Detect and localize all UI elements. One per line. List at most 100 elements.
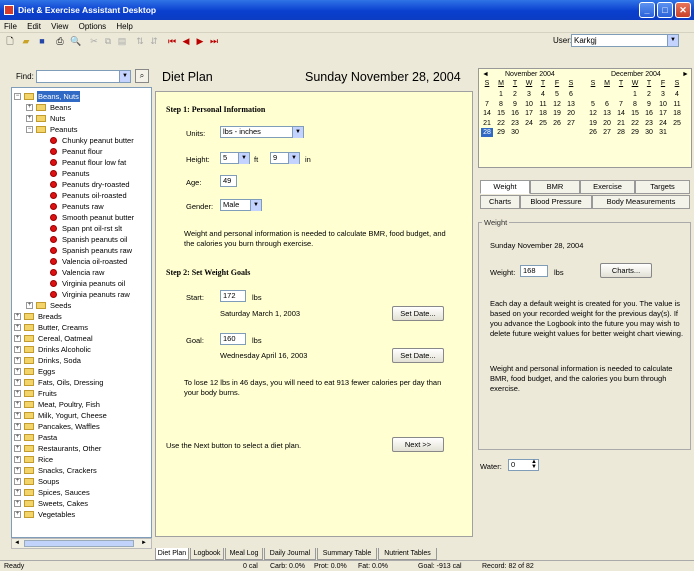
- calendar-day[interactable]: 15: [629, 109, 641, 118]
- calendar-day[interactable]: 20: [601, 119, 613, 128]
- calendar-day[interactable]: 1: [495, 90, 507, 99]
- calendar-day[interactable]: 26: [587, 128, 599, 137]
- calendar-day[interactable]: 14: [615, 109, 627, 118]
- calendar-day[interactable]: 6: [601, 100, 613, 109]
- calendar-day[interactable]: 4: [671, 90, 683, 99]
- calendar-day[interactable]: 28: [481, 128, 493, 137]
- start-weight-input[interactable]: 172: [220, 290, 246, 302]
- maximize-button[interactable]: □: [657, 2, 673, 18]
- menu-help[interactable]: Help: [112, 20, 136, 33]
- calendar-day[interactable]: 13: [601, 109, 613, 118]
- calendar-day[interactable]: 18: [671, 109, 683, 118]
- tab-weight[interactable]: Weight: [480, 180, 530, 194]
- calendar-day[interactable]: 6: [565, 90, 577, 99]
- menu-view[interactable]: View: [47, 20, 72, 33]
- collapse-icon[interactable]: −: [14, 93, 21, 100]
- expand-icon[interactable]: +: [14, 324, 21, 331]
- calendar-day[interactable]: 23: [643, 119, 655, 128]
- calendar-day[interactable]: 25: [537, 119, 549, 128]
- sort-desc-icon[interactable]: ⇵: [147, 34, 161, 48]
- menu-file[interactable]: File: [0, 20, 21, 33]
- calendar-day[interactable]: 3: [523, 90, 535, 99]
- calendar-day[interactable]: 5: [587, 100, 599, 109]
- calendar-day[interactable]: 10: [523, 100, 535, 109]
- charts-button[interactable]: Charts...: [600, 263, 652, 278]
- expand-icon[interactable]: +: [14, 478, 21, 485]
- expand-icon[interactable]: +: [14, 456, 21, 463]
- height-ft-select[interactable]: 5 ▼: [220, 152, 250, 164]
- calendar-day[interactable]: 23: [509, 119, 521, 128]
- collapse-icon[interactable]: −: [26, 126, 33, 133]
- expand-icon[interactable]: +: [14, 368, 21, 375]
- print-icon[interactable]: ⎙: [53, 34, 67, 48]
- tab-diet-plan[interactable]: Diet Plan: [155, 548, 189, 560]
- calendar-day[interactable]: 24: [523, 119, 535, 128]
- height-in-select[interactable]: 9 ▼: [270, 152, 300, 164]
- tab-meal-log[interactable]: Meal Log: [225, 548, 263, 560]
- next-button[interactable]: Next >>: [392, 437, 444, 452]
- calendar-day[interactable]: 15: [495, 109, 507, 118]
- tab-logbook[interactable]: Logbook: [190, 548, 224, 560]
- tab-nutrient-tables[interactable]: Nutrient Tables: [378, 548, 437, 560]
- age-input[interactable]: 49: [220, 175, 237, 187]
- expand-icon[interactable]: +: [14, 467, 21, 474]
- calendar-day[interactable]: 26: [551, 119, 563, 128]
- last-record-icon[interactable]: ⏭: [207, 34, 221, 48]
- expand-icon[interactable]: +: [14, 445, 21, 452]
- calendar-day[interactable]: 29: [629, 128, 641, 137]
- calendar-day[interactable]: 17: [657, 109, 669, 118]
- minimize-button[interactable]: _: [639, 2, 655, 18]
- copy-icon[interactable]: ⧉: [101, 34, 115, 48]
- calendar-day[interactable]: 9: [643, 100, 655, 109]
- calendar-day[interactable]: 8: [495, 100, 507, 109]
- tab-charts[interactable]: Charts: [480, 195, 520, 209]
- calendar-day[interactable]: 7: [481, 100, 493, 109]
- expand-icon[interactable]: +: [14, 434, 21, 441]
- expand-icon[interactable]: +: [14, 357, 21, 364]
- calendar-day[interactable]: 21: [481, 119, 493, 128]
- user-select[interactable]: Karkgj ▼: [571, 34, 679, 47]
- calendar-day[interactable]: 12: [551, 100, 563, 109]
- calendar-day[interactable]: 30: [643, 128, 655, 137]
- calendar-day[interactable]: 17: [523, 109, 535, 118]
- calendar-day[interactable]: 2: [509, 90, 521, 99]
- first-record-icon[interactable]: ⏮: [165, 34, 179, 48]
- tab-body-measurements[interactable]: Body Measurements: [592, 195, 690, 209]
- calendar-prev-icon[interactable]: ◄: [482, 70, 489, 79]
- find-button[interactable]: ⌕: [135, 69, 149, 83]
- food-tree[interactable]: − Beans, Nuts + Beans + Nuts − Peanuts Chunky pe…: [11, 87, 152, 538]
- calendar-day[interactable]: 3: [657, 90, 669, 99]
- expand-icon[interactable]: +: [14, 423, 21, 430]
- calendar-day[interactable]: 13: [565, 100, 577, 109]
- paste-icon[interactable]: ▤: [115, 34, 129, 48]
- scroll-right-icon[interactable]: ►: [140, 540, 148, 547]
- calendar-day[interactable]: 22: [629, 119, 641, 128]
- calendar-day[interactable]: 4: [537, 90, 549, 99]
- calendar-day[interactable]: 14: [481, 109, 493, 118]
- calendar-day[interactable]: 28: [615, 128, 627, 137]
- calendar-day[interactable]: 1: [629, 90, 641, 99]
- scroll-thumb[interactable]: [24, 540, 134, 547]
- calendar-day[interactable]: 25: [671, 119, 683, 128]
- calendar-day[interactable]: 12: [587, 109, 599, 118]
- menu-options[interactable]: Options: [75, 20, 111, 33]
- calendar[interactable]: ◄ ► November 2004 S M T W T F S 1 2 3 4 5 6 7 8 9 10 11 12 13 1…: [478, 68, 692, 168]
- cut-icon[interactable]: ✂: [87, 34, 101, 48]
- goal-weight-input[interactable]: 160: [220, 333, 246, 345]
- calendar-day[interactable]: 16: [509, 109, 521, 118]
- calendar-day[interactable]: 9: [509, 100, 521, 109]
- calendar-day[interactable]: 8: [629, 100, 641, 109]
- scroll-left-icon[interactable]: ◄: [13, 540, 21, 547]
- expand-icon[interactable]: +: [14, 313, 21, 320]
- calendar-next-icon[interactable]: ►: [682, 70, 689, 79]
- expand-icon[interactable]: +: [14, 511, 21, 518]
- calendar-day[interactable]: 30: [509, 128, 521, 137]
- calendar-day[interactable]: 11: [537, 100, 549, 109]
- open-icon[interactable]: ▰: [19, 34, 33, 48]
- water-spinner[interactable]: 0 ▲ ▼: [508, 459, 539, 471]
- tab-daily-journal[interactable]: Daily Journal: [264, 548, 316, 560]
- tab-targets[interactable]: Targets: [635, 180, 690, 194]
- find-input[interactable]: ▼: [36, 70, 131, 83]
- gender-select[interactable]: Male ▼: [220, 199, 262, 211]
- spin-icon[interactable]: ▲ ▼: [531, 459, 537, 470]
